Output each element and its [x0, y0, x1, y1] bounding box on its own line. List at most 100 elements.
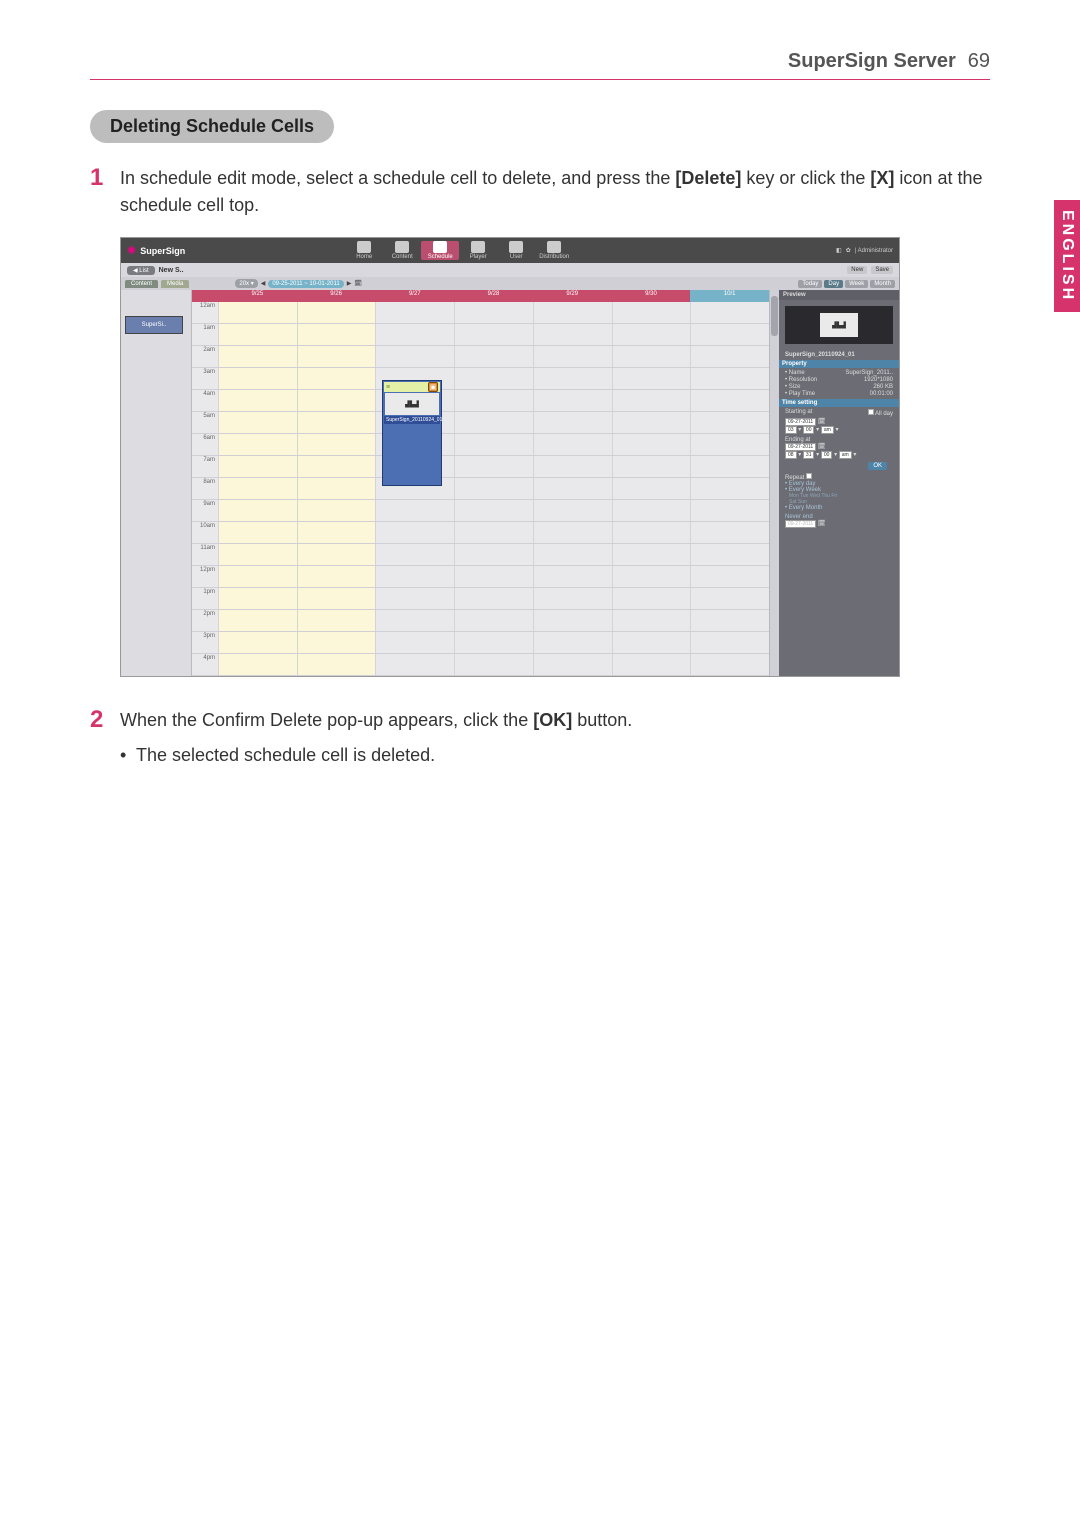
- calendar-cell[interactable]: [454, 478, 533, 499]
- calendar-cell[interactable]: [297, 610, 376, 631]
- calendar-cell[interactable]: [454, 456, 533, 477]
- calendar-cell[interactable]: [297, 588, 376, 609]
- zoom-select[interactable]: 20x ▾: [235, 279, 257, 288]
- calendar-cell[interactable]: [533, 566, 612, 587]
- new-button[interactable]: New: [847, 266, 867, 274]
- start-date-input[interactable]: 09-27-2011: [785, 418, 816, 426]
- calendar-cell[interactable]: [612, 544, 691, 565]
- calendar-cell[interactable]: [218, 654, 297, 675]
- calendar-cell[interactable]: [612, 522, 691, 543]
- calendar-cell[interactable]: [218, 434, 297, 455]
- calendar-cell[interactable]: [612, 654, 691, 675]
- calendar-picker-icon-3[interactable]: 🗓: [818, 521, 826, 527]
- calendar-cell[interactable]: [375, 654, 454, 675]
- view-day[interactable]: Day: [824, 280, 843, 288]
- close-icon[interactable]: ▣: [428, 382, 438, 392]
- nav-home[interactable]: Home: [345, 241, 383, 260]
- calendar-cell[interactable]: [297, 478, 376, 499]
- calendar-cell[interactable]: [454, 632, 533, 653]
- calendar-cell[interactable]: [612, 390, 691, 411]
- calendar-cell[interactable]: [690, 610, 769, 631]
- calendar-cell[interactable]: [612, 500, 691, 521]
- calendar-cell[interactable]: [297, 412, 376, 433]
- hour-row[interactable]: 8am: [192, 478, 769, 500]
- calendar-cell[interactable]: [533, 412, 612, 433]
- calendar-cell[interactable]: [375, 632, 454, 653]
- calendar-grid[interactable]: 12am1am2am3am4am5am6am7am8am9am10am11am1…: [192, 302, 769, 676]
- calendar-cell[interactable]: [690, 390, 769, 411]
- calendar-cell[interactable]: [454, 588, 533, 609]
- hour-row[interactable]: 1pm: [192, 588, 769, 610]
- calendar-cell[interactable]: [612, 412, 691, 433]
- calendar-cell[interactable]: [612, 610, 691, 631]
- calendar-cell[interactable]: [690, 522, 769, 543]
- hour-row[interactable]: 10am: [192, 522, 769, 544]
- nav-player[interactable]: Player: [459, 241, 497, 260]
- date-range[interactable]: 09-25-2011 ~ 10-01-2011: [268, 280, 343, 288]
- calendar-picker-icon[interactable]: 🗓: [818, 419, 826, 425]
- calendar-cell[interactable]: [375, 610, 454, 631]
- hour-row[interactable]: 11am: [192, 544, 769, 566]
- calendar-cell[interactable]: [218, 610, 297, 631]
- ok-button[interactable]: OK: [868, 462, 887, 470]
- hour-row[interactable]: 2pm: [192, 610, 769, 632]
- calendar-cell[interactable]: [612, 346, 691, 367]
- end-date-input[interactable]: 09-27-2011: [785, 443, 816, 451]
- admin-label[interactable]: | Administrator: [855, 248, 893, 254]
- calendar-cell[interactable]: [690, 500, 769, 521]
- endat-date-input[interactable]: 09-27-2011: [785, 520, 816, 528]
- calendar-cell[interactable]: [690, 346, 769, 367]
- hour-row[interactable]: 1am: [192, 324, 769, 346]
- hour-row[interactable]: 3pm: [192, 632, 769, 654]
- hour-row[interactable]: 12am: [192, 302, 769, 324]
- calendar-cell[interactable]: [218, 456, 297, 477]
- calendar-cell[interactable]: [690, 324, 769, 345]
- calendar-cell[interactable]: [690, 478, 769, 499]
- calendar-cell[interactable]: [533, 500, 612, 521]
- calendar-cell[interactable]: [218, 632, 297, 653]
- calendar-cell[interactable]: [297, 324, 376, 345]
- hour-row[interactable]: 2am: [192, 346, 769, 368]
- calendar-cell[interactable]: [297, 500, 376, 521]
- settings-icon[interactable]: ✿: [846, 247, 851, 254]
- notification-icon[interactable]: ◧: [836, 247, 842, 254]
- calendar-cell[interactable]: [533, 610, 612, 631]
- calendar-cell[interactable]: [218, 522, 297, 543]
- calendar-cell[interactable]: [690, 368, 769, 389]
- calendar-cell[interactable]: [375, 522, 454, 543]
- calendar-cell[interactable]: [690, 302, 769, 323]
- calendar-cell[interactable]: [297, 566, 376, 587]
- calendar-cell[interactable]: [218, 368, 297, 389]
- hour-row[interactable]: 6am: [192, 434, 769, 456]
- next-range-button[interactable]: ▶: [347, 280, 352, 287]
- calendar-cell[interactable]: [612, 566, 691, 587]
- hour-row[interactable]: 4pm: [192, 654, 769, 676]
- calendar-cell[interactable]: [375, 588, 454, 609]
- calendar-cell[interactable]: [297, 368, 376, 389]
- start-ampm-select[interactable]: am: [821, 426, 834, 434]
- calendar-cell[interactable]: [454, 368, 533, 389]
- calendar-cell[interactable]: [375, 544, 454, 565]
- calendar-cell[interactable]: [454, 500, 533, 521]
- hour-row[interactable]: 12pm: [192, 566, 769, 588]
- schedule-cell-header[interactable]: ≡ ▣: [384, 382, 440, 392]
- calendar-cell[interactable]: [454, 390, 533, 411]
- calendar-cell[interactable]: [454, 654, 533, 675]
- calendar-cell[interactable]: [218, 588, 297, 609]
- end-min-select[interactable]: 31: [803, 451, 815, 459]
- calendar-icon[interactable]: 🗓: [354, 280, 362, 287]
- end-sec-select[interactable]: 00: [821, 451, 833, 459]
- calendar-cell[interactable]: [533, 390, 612, 411]
- calendar-cell[interactable]: [218, 478, 297, 499]
- calendar-cell[interactable]: [690, 632, 769, 653]
- calendar-cell[interactable]: [218, 500, 297, 521]
- calendar-cell[interactable]: [690, 434, 769, 455]
- calendar-cell[interactable]: [612, 434, 691, 455]
- save-button[interactable]: Save: [871, 266, 893, 274]
- calendar-cell[interactable]: [297, 434, 376, 455]
- calendar-cell[interactable]: [533, 588, 612, 609]
- calendar-cell[interactable]: [454, 544, 533, 565]
- start-hour-select[interactable]: 03: [785, 426, 797, 434]
- calendar-cell[interactable]: [297, 456, 376, 477]
- calendar-cell[interactable]: [454, 302, 533, 323]
